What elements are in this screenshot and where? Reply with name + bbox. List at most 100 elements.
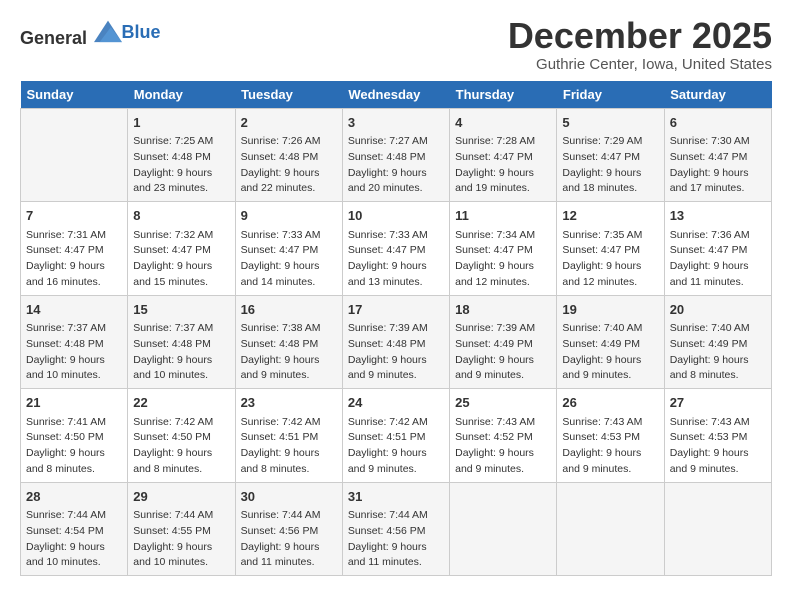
day-info-line: Sunset: 4:50 PM: [26, 430, 122, 446]
day-info-line: Daylight: 9 hours: [455, 353, 551, 369]
day-info-line: Sunrise: 7:44 AM: [26, 508, 122, 524]
day-info-line: Sunrise: 7:37 AM: [133, 321, 229, 337]
day-info-line: Sunset: 4:47 PM: [241, 243, 337, 259]
day-info-line: Sunset: 4:47 PM: [562, 243, 658, 259]
day-number: 19: [562, 300, 658, 320]
calendar-table: SundayMondayTuesdayWednesdayThursdayFrid…: [20, 81, 772, 577]
day-number: 18: [455, 300, 551, 320]
day-info-line: Sunrise: 7:31 AM: [26, 228, 122, 244]
day-info-line: Sunset: 4:50 PM: [133, 430, 229, 446]
calendar-cell: 24Sunrise: 7:42 AMSunset: 4:51 PMDayligh…: [342, 389, 449, 483]
calendar-cell: 9Sunrise: 7:33 AMSunset: 4:47 PMDaylight…: [235, 202, 342, 296]
day-info-line: Sunset: 4:51 PM: [241, 430, 337, 446]
calendar-cell: 18Sunrise: 7:39 AMSunset: 4:49 PMDayligh…: [450, 295, 557, 389]
calendar-week-row: 28Sunrise: 7:44 AMSunset: 4:54 PMDayligh…: [21, 482, 772, 576]
day-info-line: Daylight: 9 hours: [562, 259, 658, 275]
day-info-line: Sunrise: 7:42 AM: [348, 415, 444, 431]
day-info-line: Sunset: 4:47 PM: [348, 243, 444, 259]
calendar-cell: 11Sunrise: 7:34 AMSunset: 4:47 PMDayligh…: [450, 202, 557, 296]
day-info-line: Sunrise: 7:30 AM: [670, 134, 766, 150]
day-info-line: Sunset: 4:48 PM: [133, 337, 229, 353]
day-number: 27: [670, 393, 766, 413]
day-info-line: Sunset: 4:48 PM: [26, 337, 122, 353]
day-info-line: Daylight: 9 hours: [133, 446, 229, 462]
day-header-tuesday: Tuesday: [235, 81, 342, 109]
day-number: 2: [241, 113, 337, 133]
calendar-cell: 22Sunrise: 7:42 AMSunset: 4:50 PMDayligh…: [128, 389, 235, 483]
day-info-line: Daylight: 9 hours: [241, 166, 337, 182]
calendar-cell: 6Sunrise: 7:30 AMSunset: 4:47 PMDaylight…: [664, 108, 771, 202]
day-header-friday: Friday: [557, 81, 664, 109]
day-info-line: Sunset: 4:48 PM: [348, 337, 444, 353]
page-header: General Blue December 2025 Guthrie Cente…: [20, 16, 772, 73]
day-info-line: Sunset: 4:48 PM: [241, 150, 337, 166]
calendar-cell: 17Sunrise: 7:39 AMSunset: 4:48 PMDayligh…: [342, 295, 449, 389]
calendar-cell: 12Sunrise: 7:35 AMSunset: 4:47 PMDayligh…: [557, 202, 664, 296]
day-info-line: and 23 minutes.: [133, 181, 229, 197]
day-info-line: and 10 minutes.: [133, 368, 229, 384]
calendar-cell: 20Sunrise: 7:40 AMSunset: 4:49 PMDayligh…: [664, 295, 771, 389]
day-info-line: and 8 minutes.: [670, 368, 766, 384]
calendar-cell: 5Sunrise: 7:29 AMSunset: 4:47 PMDaylight…: [557, 108, 664, 202]
calendar-cell: 25Sunrise: 7:43 AMSunset: 4:52 PMDayligh…: [450, 389, 557, 483]
day-info-line: and 9 minutes.: [348, 368, 444, 384]
day-info-line: Sunset: 4:48 PM: [348, 150, 444, 166]
logo-icon: [94, 16, 122, 44]
day-number: 22: [133, 393, 229, 413]
day-number: 4: [455, 113, 551, 133]
day-info-line: Daylight: 9 hours: [241, 446, 337, 462]
day-info-line: Sunrise: 7:39 AM: [455, 321, 551, 337]
day-info-line: and 12 minutes.: [455, 275, 551, 291]
calendar-cell: 1Sunrise: 7:25 AMSunset: 4:48 PMDaylight…: [128, 108, 235, 202]
day-info-line: Sunset: 4:52 PM: [455, 430, 551, 446]
calendar-cell: 10Sunrise: 7:33 AMSunset: 4:47 PMDayligh…: [342, 202, 449, 296]
day-info-line: Daylight: 9 hours: [133, 353, 229, 369]
day-info-line: Sunset: 4:47 PM: [26, 243, 122, 259]
day-info-line: Sunset: 4:53 PM: [562, 430, 658, 446]
calendar-cell: 4Sunrise: 7:28 AMSunset: 4:47 PMDaylight…: [450, 108, 557, 202]
day-info-line: Sunrise: 7:33 AM: [241, 228, 337, 244]
calendar-cell: 16Sunrise: 7:38 AMSunset: 4:48 PMDayligh…: [235, 295, 342, 389]
day-info-line: Daylight: 9 hours: [455, 166, 551, 182]
calendar-week-row: 21Sunrise: 7:41 AMSunset: 4:50 PMDayligh…: [21, 389, 772, 483]
day-info-line: Daylight: 9 hours: [348, 540, 444, 556]
day-info-line: Daylight: 9 hours: [670, 446, 766, 462]
day-info-line: Daylight: 9 hours: [455, 446, 551, 462]
day-info-line: Sunrise: 7:42 AM: [241, 415, 337, 431]
day-info-line: and 8 minutes.: [241, 462, 337, 478]
day-info-line: and 14 minutes.: [241, 275, 337, 291]
day-info-line: and 11 minutes.: [670, 275, 766, 291]
day-info-line: Sunset: 4:49 PM: [670, 337, 766, 353]
day-info-line: Daylight: 9 hours: [241, 540, 337, 556]
title-section: December 2025 Guthrie Center, Iowa, Unit…: [508, 16, 772, 73]
day-info-line: Daylight: 9 hours: [348, 446, 444, 462]
day-number: 28: [26, 487, 122, 507]
day-info-line: and 9 minutes.: [670, 462, 766, 478]
day-info-line: Sunrise: 7:34 AM: [455, 228, 551, 244]
day-info-line: Daylight: 9 hours: [241, 353, 337, 369]
calendar-cell: 3Sunrise: 7:27 AMSunset: 4:48 PMDaylight…: [342, 108, 449, 202]
day-number: 29: [133, 487, 229, 507]
day-header-thursday: Thursday: [450, 81, 557, 109]
day-info-line: Daylight: 9 hours: [562, 446, 658, 462]
calendar-cell: [664, 482, 771, 576]
logo-blue-text: Blue: [122, 22, 161, 42]
day-header-saturday: Saturday: [664, 81, 771, 109]
day-info-line: Daylight: 9 hours: [26, 446, 122, 462]
day-info-line: and 8 minutes.: [133, 462, 229, 478]
day-number: 14: [26, 300, 122, 320]
day-number: 25: [455, 393, 551, 413]
calendar-cell: 8Sunrise: 7:32 AMSunset: 4:47 PMDaylight…: [128, 202, 235, 296]
day-info-line: and 10 minutes.: [133, 555, 229, 571]
day-info-line: Sunrise: 7:37 AM: [26, 321, 122, 337]
location-title: Guthrie Center, Iowa, United States: [508, 56, 772, 73]
day-info-line: Sunrise: 7:28 AM: [455, 134, 551, 150]
day-number: 21: [26, 393, 122, 413]
day-number: 31: [348, 487, 444, 507]
day-info-line: Daylight: 9 hours: [133, 540, 229, 556]
day-number: 8: [133, 206, 229, 226]
day-info-line: Daylight: 9 hours: [241, 259, 337, 275]
day-header-wednesday: Wednesday: [342, 81, 449, 109]
calendar-cell: 21Sunrise: 7:41 AMSunset: 4:50 PMDayligh…: [21, 389, 128, 483]
day-number: 6: [670, 113, 766, 133]
